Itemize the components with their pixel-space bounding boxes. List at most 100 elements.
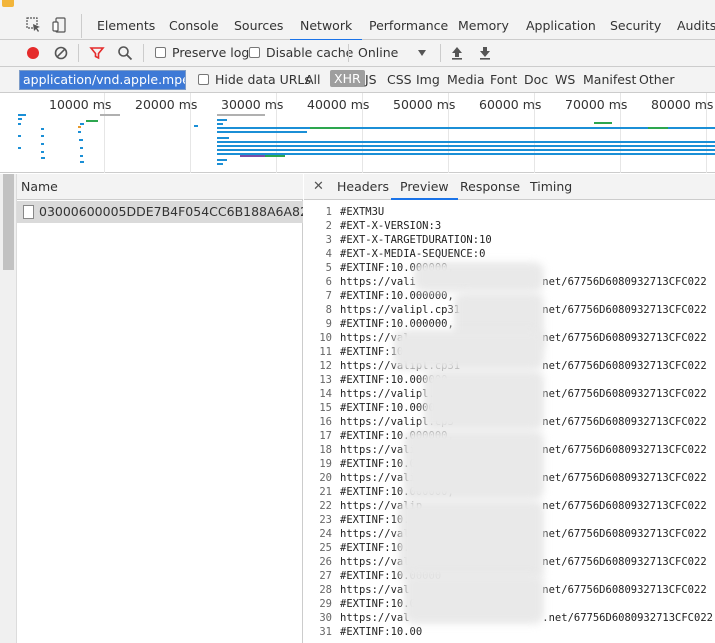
tab-application[interactable]: Application	[524, 12, 598, 40]
overview-bar	[80, 155, 83, 157]
line-number: 8	[325, 304, 332, 316]
tab-response[interactable]: Response	[460, 174, 520, 200]
code-line: 1 #EXTM3U	[304, 205, 715, 219]
clear-icon[interactable]	[53, 45, 69, 61]
overview-bar	[78, 131, 81, 133]
overview-bar	[217, 141, 715, 143]
line-number: 30	[319, 612, 332, 624]
close-icon[interactable]: ✕	[313, 174, 324, 200]
filter-input[interactable]: application/vnd.apple.mpegurl	[19, 70, 186, 90]
line-number: 3	[325, 234, 332, 246]
overview-bar	[18, 123, 21, 125]
scrollbar[interactable]	[0, 174, 17, 643]
line-number: 10	[319, 332, 332, 344]
file-icon	[23, 205, 34, 219]
filter-type-manifest[interactable]: Manifest	[583, 72, 636, 87]
tab-memory[interactable]: Memory	[456, 12, 511, 40]
overview-bar	[217, 159, 227, 161]
overview-bar	[217, 137, 229, 139]
tick-label: 10000 ms	[49, 97, 112, 112]
tab-elements[interactable]: Elements	[95, 12, 157, 40]
tick-label: 50000 ms	[393, 97, 456, 112]
overview-bar	[41, 128, 44, 130]
name-column-header[interactable]: Name	[17, 174, 303, 200]
filter-type-all[interactable]: All	[305, 72, 321, 87]
hide-data-urls-label: Hide data URLs	[215, 72, 311, 87]
line-text: #EXTINF:10.000000,	[340, 318, 454, 330]
tab-performance[interactable]: Performance	[367, 12, 450, 40]
overview-bar	[217, 163, 223, 165]
line-number: 1	[325, 206, 332, 218]
code-line: 31 #EXTINF:10.00	[304, 625, 715, 639]
tab-audits[interactable]: Audits	[675, 12, 715, 40]
timeline-overview[interactable]: 10000 ms 20000 ms 30000 ms 40000 ms 5000…	[0, 93, 715, 173]
devtools-tab-bar: Elements Console Sources Network Perform…	[0, 0, 715, 41]
filter-type-media[interactable]: Media	[447, 72, 485, 87]
warning-icon	[2, 0, 14, 7]
filter-bar: application/vnd.apple.mpegurl Hide data …	[0, 67, 715, 93]
overview-bar	[194, 125, 198, 127]
overview-bar	[80, 161, 84, 163]
filter-type-font[interactable]: Font	[490, 72, 517, 87]
filter-type-img[interactable]: Img	[416, 72, 440, 87]
filter-type-doc[interactable]: Doc	[524, 72, 548, 87]
line-number: 5	[325, 262, 332, 274]
tab-sources[interactable]: Sources	[232, 12, 285, 40]
divider	[440, 44, 441, 62]
disable-cache-checkbox[interactable]	[249, 47, 260, 58]
import-har-icon[interactable]	[449, 45, 465, 61]
export-har-icon[interactable]	[477, 45, 493, 61]
overview-bar	[86, 120, 98, 122]
filter-type-js[interactable]: JS	[365, 72, 377, 87]
tab-headers[interactable]: Headers	[337, 174, 389, 200]
filter-type-css[interactable]: CSS	[387, 72, 412, 87]
request-row[interactable]: 03000600005DDE7B4F054CC6B188A6A826063...	[17, 201, 303, 223]
line-text: #EXTINF:10.00	[340, 626, 423, 638]
line-number: 2	[325, 220, 332, 232]
tab-timing[interactable]: Timing	[530, 174, 572, 200]
search-icon[interactable]	[117, 45, 133, 61]
tick-label: 80000 ms	[651, 97, 714, 112]
inspect-element-icon[interactable]	[26, 17, 42, 33]
line-number: 31	[319, 626, 332, 638]
tab-console[interactable]: Console	[167, 12, 221, 40]
throttling-select[interactable]: Online	[358, 45, 398, 60]
tick-label: 70000 ms	[565, 97, 628, 112]
line-number: 25	[319, 542, 332, 554]
network-toolbar: Preserve log Disable cache Online	[0, 40, 715, 67]
preserve-log-checkbox[interactable]	[155, 47, 166, 58]
filter-icon[interactable]	[89, 45, 105, 61]
device-toolbar-icon[interactable]	[52, 17, 68, 33]
code-line: 2 #EXT-X-VERSION:3	[304, 219, 715, 233]
scrollbar-thumb[interactable]	[3, 174, 14, 270]
hide-data-urls-checkbox[interactable]	[198, 74, 209, 85]
tick-label: 60000 ms	[479, 97, 542, 112]
overview-bar	[217, 123, 223, 125]
line-number: 19	[319, 458, 332, 470]
line-number: 18	[319, 444, 332, 456]
redaction-blur	[394, 330, 544, 370]
line-number: 27	[319, 570, 332, 582]
filter-type-ws[interactable]: WS	[555, 72, 575, 87]
overview-bar	[41, 135, 44, 137]
filter-type-xhr[interactable]: XHR	[330, 70, 365, 87]
divider	[143, 44, 144, 62]
divider	[78, 44, 79, 62]
divider	[81, 14, 82, 38]
tab-preview[interactable]: Preview	[391, 174, 458, 200]
line-text: #EXT-X-MEDIA-SEQUENCE:0	[340, 248, 486, 260]
line-text: #EXTM3U	[340, 206, 385, 218]
line-number: 11	[319, 346, 332, 358]
tick-label: 30000 ms	[221, 97, 284, 112]
redaction-blur	[424, 370, 544, 430]
line-text: #EXT-X-VERSION:3	[340, 220, 442, 232]
tab-network[interactable]: Network	[289, 12, 363, 41]
line-number: 7	[325, 290, 332, 302]
filter-type-other[interactable]: Other	[639, 72, 675, 87]
line-number: 9	[325, 318, 332, 330]
tab-security[interactable]: Security	[608, 12, 663, 40]
record-icon[interactable]	[25, 45, 41, 61]
overview-bar	[80, 123, 84, 125]
overview-bar	[594, 122, 612, 124]
disable-cache-label: Disable cache	[266, 45, 354, 60]
